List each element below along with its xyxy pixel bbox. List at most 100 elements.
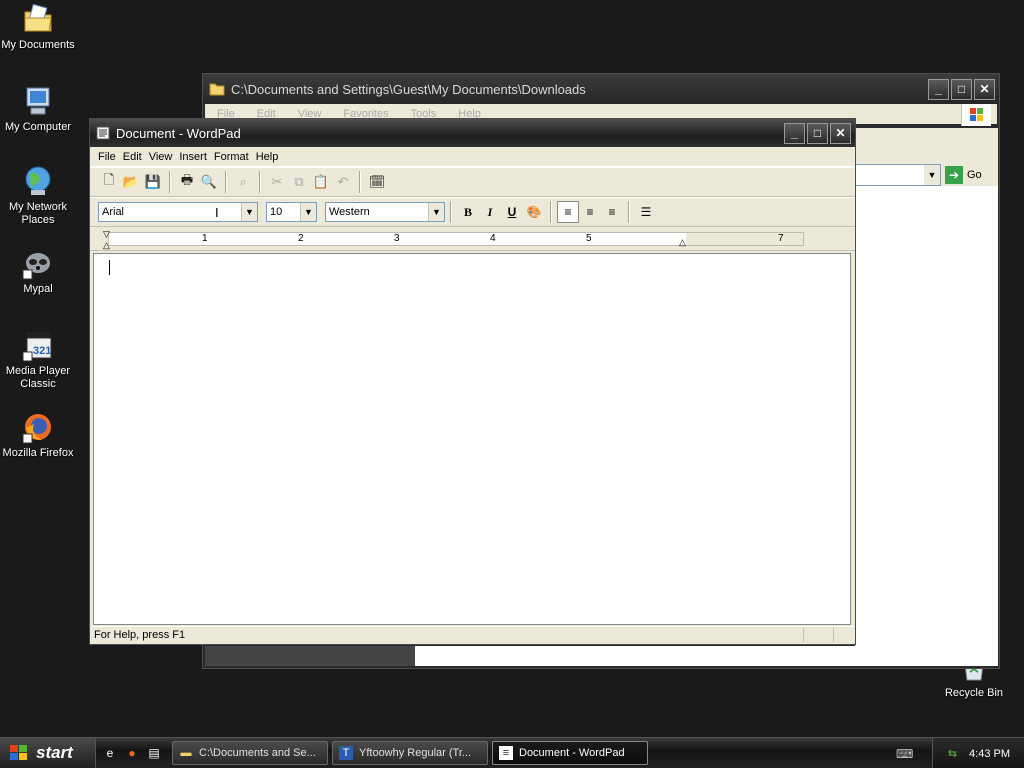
align-left-icon: ≡: [564, 205, 572, 219]
go-button[interactable]: ➔ Go: [945, 164, 995, 186]
italic-icon: I: [487, 204, 493, 219]
maximize-icon: □: [957, 82, 966, 96]
ie-icon[interactable]: e: [102, 745, 118, 761]
copy-button[interactable]: ⧉: [288, 171, 310, 193]
format-toolbar: Arial I ▼ 10 ▼ Western ▼ B I U 🎨 ≡ ≡ ≡ ☰: [90, 197, 855, 227]
firefox-icon: [21, 410, 55, 444]
menu-insert[interactable]: Insert: [177, 149, 212, 165]
taskbar-item-explorer[interactable]: ▬ C:\Documents and Se...: [172, 741, 328, 765]
menu-help[interactable]: Help: [254, 149, 284, 165]
insert-datetime-button[interactable]: 🗓: [366, 171, 388, 193]
undo-icon: ↶: [337, 174, 349, 189]
start-button[interactable]: start: [0, 737, 96, 768]
task-label: Yftoowhy Regular (Tr...: [359, 747, 472, 759]
cut-button[interactable]: ✂: [266, 171, 288, 193]
undo-button[interactable]: ↶: [332, 171, 354, 193]
chevron-down-icon[interactable]: ▼: [428, 203, 444, 221]
bullets-button[interactable]: ☰: [635, 201, 657, 223]
align-left-button[interactable]: ≡: [557, 201, 579, 223]
taskbar-item-wordpad[interactable]: ≡ Document - WordPad: [492, 741, 648, 765]
new-document-button[interactable]: 🗋: [98, 171, 120, 193]
media-player-icon[interactable]: ▤: [146, 745, 162, 761]
toolbar-separator: [628, 201, 630, 223]
desktop-icon-my-network-places[interactable]: My Network Places: [0, 164, 78, 227]
italic-button[interactable]: I: [479, 201, 501, 223]
wordpad-menubar: File Edit View Insert Format Help: [90, 147, 855, 167]
task-label: C:\Documents and Se...: [199, 747, 316, 759]
clock[interactable]: 4:43 PM: [969, 748, 1010, 760]
taskbar-item-font-viewer[interactable]: T Yftoowhy Regular (Tr...: [332, 741, 488, 765]
align-center-button[interactable]: ≡: [579, 201, 601, 223]
menu-file[interactable]: File: [96, 149, 121, 165]
ruler[interactable]: 1 2 3 4 5 7 ▽ △ △: [90, 227, 855, 251]
windows-logo-icon: [961, 104, 991, 126]
open-button[interactable]: 📂: [120, 171, 142, 193]
document-editor[interactable]: [93, 253, 851, 625]
close-button[interactable]: ✕: [830, 122, 851, 144]
network-tray-icon[interactable]: ⇆: [948, 747, 957, 760]
desktop-icon-label: Media Player Classic: [5, 365, 71, 390]
firefox-icon[interactable]: ●: [124, 745, 140, 761]
color-button[interactable]: 🎨: [523, 201, 545, 223]
wordpad-app-icon: [96, 126, 110, 140]
standard-toolbar: 🗋 📂 💾 🖶 🔍 ⌕ ✂ ⧉ 📋 ↶ 🗓: [90, 167, 855, 197]
copy-icon: ⧉: [294, 174, 304, 189]
explorer-status-white: [415, 646, 997, 666]
menu-edit[interactable]: Edit: [121, 149, 147, 165]
font-name-select[interactable]: Arial I ▼: [98, 202, 258, 222]
hanging-indent-marker-icon[interactable]: △: [103, 240, 110, 251]
new-document-icon: 🗋: [103, 172, 115, 187]
font-name-value: Arial: [102, 206, 125, 218]
desktop-icon-my-computer[interactable]: My Computer: [0, 84, 78, 134]
go-arrow-icon: ➔: [945, 166, 963, 184]
toolbar-separator: [450, 201, 452, 223]
resize-grip-icon[interactable]: [833, 627, 853, 642]
windows-logo-icon: [8, 743, 30, 763]
right-indent-marker-icon[interactable]: △: [679, 237, 686, 248]
address-dropdown[interactable]: ▼: [853, 164, 941, 186]
save-button[interactable]: 💾: [142, 171, 164, 193]
binoculars-icon: ⌕: [239, 174, 247, 189]
chevron-down-icon[interactable]: ▼: [300, 203, 316, 221]
find-button[interactable]: ⌕: [232, 171, 254, 193]
chevron-down-icon[interactable]: ▼: [241, 203, 257, 221]
quick-launch: e ● ▤: [96, 745, 168, 761]
explorer-titlebar[interactable]: C:\Documents and Settings\Guest\My Docum…: [203, 74, 999, 104]
paste-button[interactable]: 📋: [310, 171, 332, 193]
desktop-icon-recycle-bin[interactable]: Recycle Bin: [934, 664, 1014, 700]
minimize-button[interactable]: _: [784, 122, 805, 144]
align-center-icon: ≡: [586, 205, 594, 219]
close-button[interactable]: ✕: [974, 78, 995, 100]
desktop-icon-label: My Computer: [4, 121, 72, 133]
keyboard-icon[interactable]: ⌨: [896, 747, 913, 761]
left-indent-marker-icon[interactable]: ▽: [103, 229, 110, 240]
align-right-button[interactable]: ≡: [601, 201, 623, 223]
explorer-content: [855, 186, 998, 666]
toolbar-separator: [359, 171, 361, 193]
wordpad-window[interactable]: Document - WordPad _ □ ✕ File Edit View …: [89, 118, 856, 645]
toolbar-separator: [225, 171, 227, 193]
desktop-icon-my-documents[interactable]: My Documents: [0, 2, 78, 52]
menu-format[interactable]: Format: [212, 149, 254, 165]
desktop-icon-label: My Documents: [1, 39, 75, 51]
script-select[interactable]: Western ▼: [325, 202, 445, 222]
clipboard-icon: 📋: [312, 174, 330, 189]
maximize-button[interactable]: □: [807, 122, 828, 144]
bold-button[interactable]: B: [457, 201, 479, 223]
ruler-number: 7: [778, 233, 784, 244]
print-button[interactable]: 🖶: [176, 171, 198, 193]
desktop-icon-label: Recycle Bin: [944, 687, 1004, 699]
minimize-button[interactable]: _: [928, 78, 949, 100]
start-label: start: [36, 743, 73, 762]
underline-button[interactable]: U: [501, 201, 523, 223]
desktop-icon-media-player-classic[interactable]: 321 Media Player Classic: [0, 328, 78, 391]
desktop-icon-mozilla-firefox[interactable]: Mozilla Firefox: [0, 410, 78, 460]
desktop-icon-mypal[interactable]: Mypal: [0, 246, 78, 296]
wordpad-titlebar[interactable]: Document - WordPad _ □ ✕: [90, 119, 855, 147]
datetime-icon: 🗓: [368, 174, 386, 189]
maximize-button[interactable]: □: [951, 78, 972, 100]
clapperboard-icon: 321: [21, 328, 55, 362]
menu-view[interactable]: View: [147, 149, 178, 165]
print-preview-button[interactable]: 🔍: [198, 171, 220, 193]
font-size-select[interactable]: 10 ▼: [266, 202, 317, 222]
